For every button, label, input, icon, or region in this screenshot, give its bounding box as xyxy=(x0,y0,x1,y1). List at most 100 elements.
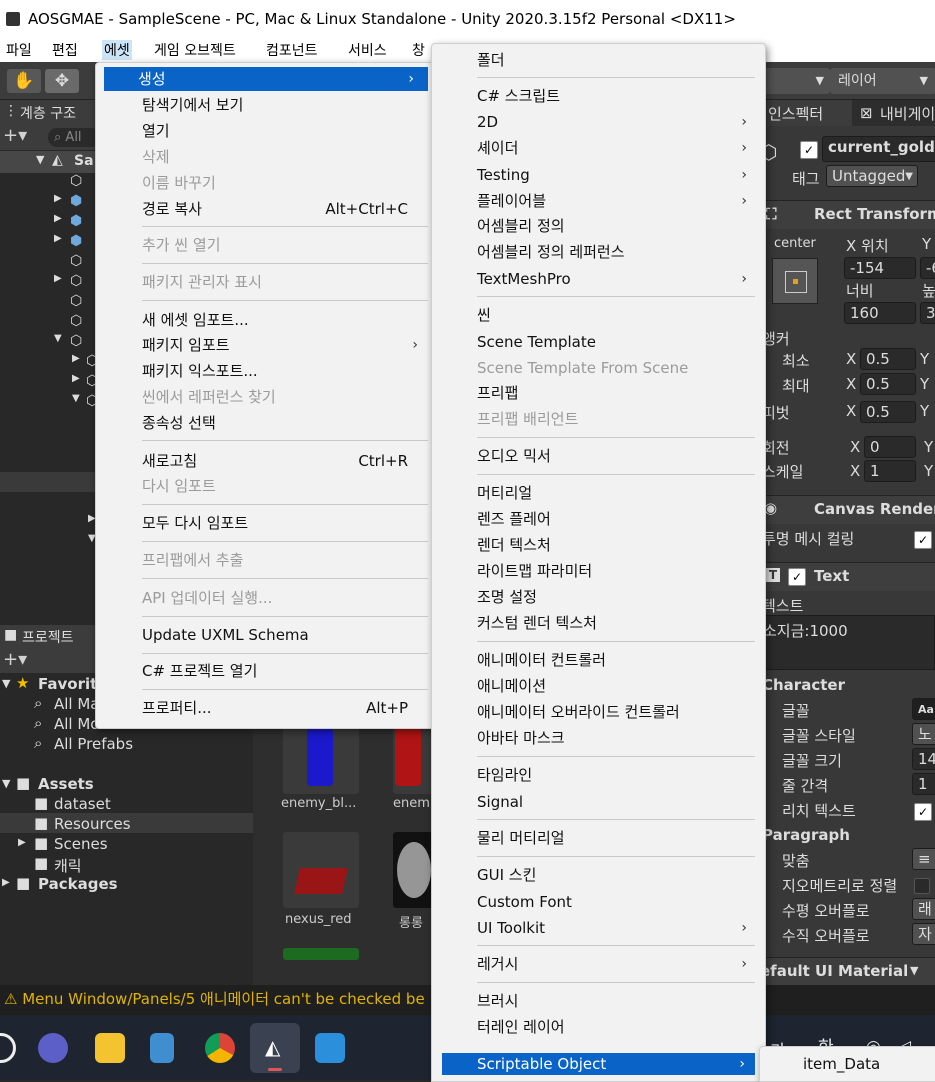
menu-item-find-references[interactable]: 씬에서 레퍼런스 찾기 xyxy=(96,385,436,409)
folder-item[interactable]: dataset xyxy=(54,795,111,813)
favorites-header[interactable]: Favorit xyxy=(38,675,97,693)
create-animator-controller[interactable]: 애니메이터 컨트롤러 xyxy=(432,648,765,672)
create-folder[interactable]: 폴더 xyxy=(432,48,765,72)
asset-thumbnail[interactable] xyxy=(393,718,433,794)
create-render-texture[interactable]: 렌더 텍스처 xyxy=(432,533,765,557)
create-brush[interactable]: 브러시 xyxy=(432,989,765,1013)
layout-dropdown[interactable]: ▼ xyxy=(760,68,830,94)
hierarchy-row[interactable]: ▶ ⬢ xyxy=(0,193,100,213)
menu-item-reimport[interactable]: 다시 임포트 xyxy=(96,474,436,498)
cull-checkbox[interactable]: ✓ xyxy=(914,531,932,549)
create-ui-toolkit[interactable]: UI Toolkit › xyxy=(432,916,765,940)
menu-item-extract-from-prefab[interactable]: 프리팹에서 추출 xyxy=(96,548,436,572)
create-terrain-layer[interactable]: 터레인 레이어 xyxy=(432,1015,765,1039)
hierarchy-row[interactable]: ▼ ⬡ xyxy=(0,333,100,353)
menu-assets[interactable]: 에셋 xyxy=(102,40,132,60)
hierarchy-row[interactable]: ▶ ⬡ xyxy=(0,273,100,293)
pivot-x-field[interactable]: 0.5 xyxy=(860,401,916,423)
anchor-min-x-field[interactable]: 0.5 xyxy=(860,348,916,370)
create-csharp-script[interactable]: C# 스크립트 xyxy=(432,84,765,108)
create-audio-mixer[interactable]: 오디오 믹서 xyxy=(432,444,765,468)
menu-item-delete[interactable]: 삭제 xyxy=(96,145,436,169)
hierarchy-tab[interactable]: ⋮ 계층 구조 xyxy=(0,100,100,125)
menu-item-open-additive-scene[interactable]: 추가 씬 열기 xyxy=(96,233,436,257)
create-textmeshpro[interactable]: TextMeshPro › xyxy=(432,267,765,291)
create-scene[interactable]: 씬 xyxy=(432,303,765,327)
menu-item-run-api-updater[interactable]: API 업데이터 실행... xyxy=(96,586,436,610)
menu-item-export-package[interactable]: 패키지 익스포트... xyxy=(96,359,436,383)
create-2d[interactable]: 2D › xyxy=(432,110,765,134)
create-shader[interactable]: 셰이더 › xyxy=(432,136,765,160)
text-component-header[interactable]: T ✓ Text xyxy=(760,562,935,591)
create-animation[interactable]: 애니메이션 xyxy=(432,674,765,698)
create-prefab[interactable]: 프리팹 xyxy=(432,381,765,405)
layers-dropdown[interactable]: 레이어 ▼ xyxy=(830,68,935,94)
hierarchy-row[interactable]: ⬡ xyxy=(0,173,100,193)
tag-dropdown[interactable]: Untagged ▼ xyxy=(826,165,918,187)
tab-navigation[interactable]: 내비게이 xyxy=(880,103,935,124)
file-explorer-icon[interactable] xyxy=(95,1033,125,1063)
meet-icon[interactable] xyxy=(38,1033,68,1063)
menu-item-create[interactable]: 생성 › xyxy=(104,67,428,91)
rect-transform-header[interactable]: ⛶ Rect Transform xyxy=(760,200,935,229)
menu-item-import-new-asset[interactable]: 새 에셋 임포트... xyxy=(96,308,436,332)
menu-services[interactable]: 서비스 xyxy=(346,40,389,60)
create-animator-override-controller[interactable]: 애니메이터 오버라이드 컨트롤러 xyxy=(432,700,765,724)
create-item-data[interactable]: item_Data xyxy=(760,1052,935,1076)
menu-item-update-uxml-schema[interactable]: Update UXML Schema xyxy=(96,623,436,647)
tab-inspector[interactable]: 인스펙터 xyxy=(760,100,852,126)
hierarchy-row[interactable]: ▶ ⬢ xyxy=(0,213,100,233)
asset-thumbnail[interactable] xyxy=(283,832,359,908)
create-signal[interactable]: Signal xyxy=(432,790,765,814)
menu-item-open-csharp-project[interactable]: C# 프로젝트 열기 xyxy=(96,659,436,683)
chrome-icon[interactable] xyxy=(205,1033,235,1063)
material-header[interactable]: efault UI Material ▼ xyxy=(760,957,935,986)
menu-item-open[interactable]: 열기 xyxy=(96,119,436,143)
scene-row[interactable]: ▼ ◭ Sa xyxy=(0,151,100,173)
menu-item-properties[interactable]: 프로퍼티... Alt+P xyxy=(96,696,436,720)
hierarchy-row[interactable]: ⬡ xyxy=(0,253,100,273)
create-custom-render-texture[interactable]: 커스텀 렌더 텍스처 xyxy=(432,611,765,635)
menu-edit[interactable]: 편집 xyxy=(50,40,80,60)
create-prefab-variant[interactable]: 프리팹 배리언트 xyxy=(432,407,765,431)
hierarchy-row[interactable]: ▶ ⬡ xyxy=(0,353,100,373)
create-gui-skin[interactable]: GUI 스킨 xyxy=(432,863,765,887)
h-overflow-dropdown[interactable]: 래 xyxy=(912,898,935,920)
object-name-field[interactable]: current_gold xyxy=(822,136,935,162)
font-size-field[interactable]: 14 xyxy=(912,748,935,770)
unity-taskbar-button[interactable]: ◭ xyxy=(250,1023,300,1073)
create-testing[interactable]: Testing › xyxy=(432,163,765,187)
asset-thumbnail[interactable] xyxy=(393,832,433,908)
canvas-renderer-header[interactable]: ◉ Canvas Render xyxy=(760,495,935,524)
add-icon[interactable]: +▾ xyxy=(3,125,27,146)
create-lighting-settings[interactable]: 조명 설정 xyxy=(432,585,765,609)
menu-item-import-package[interactable]: 패키지 임포트 › xyxy=(96,333,436,357)
rich-text-checkbox[interactable]: ✓ xyxy=(914,803,932,821)
anchor-max-x-field[interactable]: 0.5 xyxy=(860,373,916,395)
menu-gameobject[interactable]: 게임 오브젝트 xyxy=(152,40,238,60)
width-field[interactable]: 160 xyxy=(844,302,916,324)
asset-thumbnail[interactable] xyxy=(283,718,359,794)
menu-file[interactable]: 파일 xyxy=(4,40,34,60)
create-avatar-mask[interactable]: 아바타 마스크 xyxy=(432,726,765,750)
hierarchy-search[interactable]: ⌕ All xyxy=(48,128,100,147)
create-custom-font[interactable]: Custom Font xyxy=(432,890,765,914)
pos-x-field[interactable]: -154 xyxy=(844,257,916,279)
fav-item[interactable]: All Ma xyxy=(54,695,100,713)
asset-thumbnail[interactable] xyxy=(283,948,359,960)
height-field[interactable]: 3 xyxy=(920,302,935,324)
move-tool-icon[interactable]: ✥ xyxy=(45,69,79,93)
create-playables[interactable]: 플레이어블 › xyxy=(432,189,765,213)
vscode-icon[interactable] xyxy=(315,1033,345,1063)
anchor-preset-button[interactable] xyxy=(772,258,818,304)
start-icon[interactable] xyxy=(0,1033,16,1063)
packages-folder[interactable]: Packages xyxy=(38,875,118,893)
create-legacy[interactable]: 레거시 › xyxy=(432,952,765,976)
geom-align-checkbox[interactable] xyxy=(914,878,930,894)
text-enabled-checkbox[interactable]: ✓ xyxy=(788,568,806,586)
v-overflow-dropdown[interactable]: 자 xyxy=(912,923,935,945)
alignment-left-button[interactable]: ≡ xyxy=(912,848,935,870)
font-style-dropdown[interactable]: 노 xyxy=(912,723,935,745)
hierarchy-row[interactable]: ▶ ⬡ xyxy=(0,373,100,393)
create-assembly-definition[interactable]: 어셈블리 정의 xyxy=(432,214,765,238)
